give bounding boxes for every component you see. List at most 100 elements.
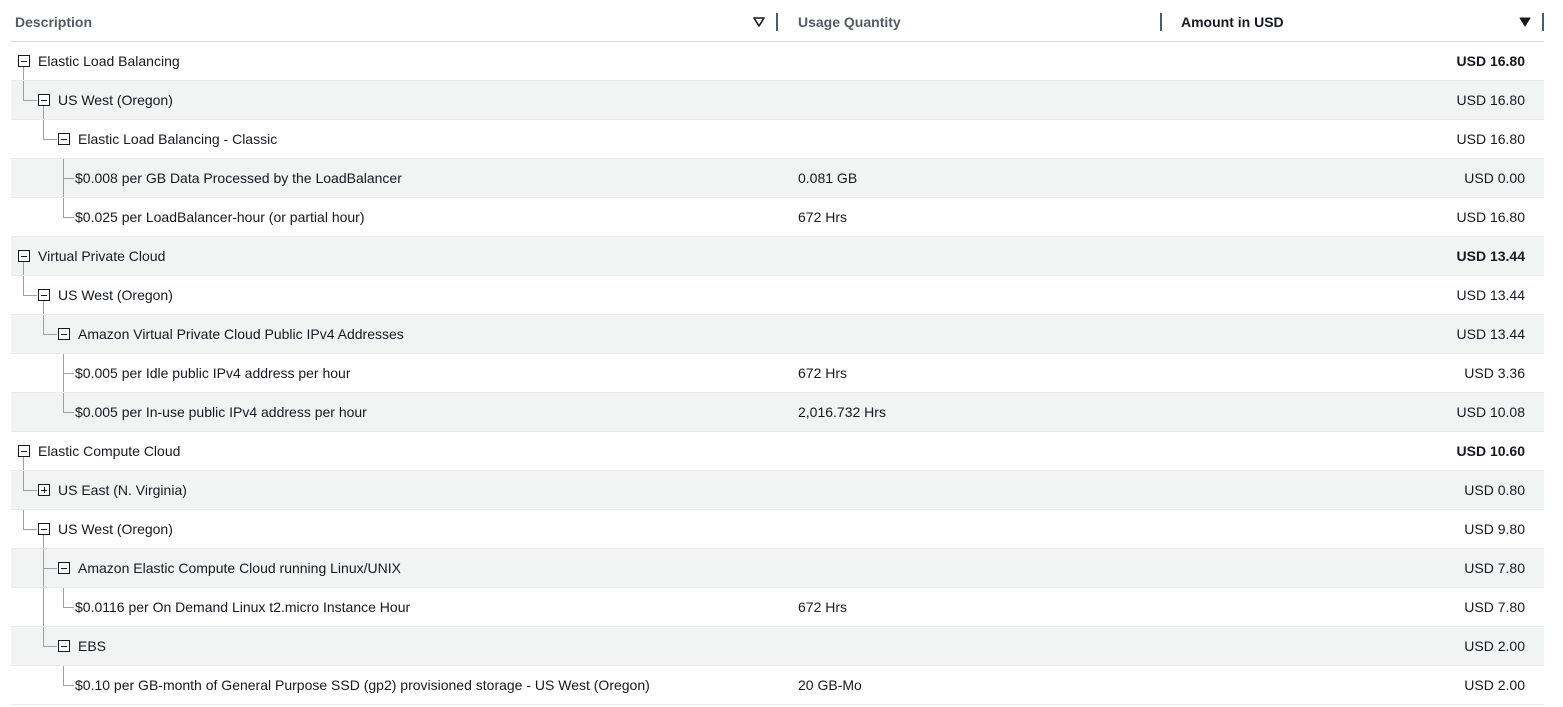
row-description: Elastic Load Balancing - Classic — [78, 131, 278, 147]
row-description: Elastic Load Balancing — [38, 53, 180, 69]
tree-connector-line — [23, 276, 24, 295]
collapse-icon[interactable] — [38, 523, 50, 535]
collapse-icon[interactable] — [38, 289, 50, 301]
tree-connector-line — [23, 262, 24, 275]
row-description: $0.005 per Idle public IPv4 address per … — [75, 365, 351, 381]
column-header-amount[interactable]: Amount in USD — [1181, 0, 1284, 41]
amount-cell: USD 10.08 — [1456, 404, 1525, 420]
collapse-icon[interactable] — [18, 445, 30, 457]
row-description: Amazon Elastic Compute Cloud running Lin… — [78, 560, 401, 576]
usage-quantity-cell: 672 Hrs — [798, 365, 848, 381]
row-description: US West (Oregon) — [58, 521, 173, 537]
table-row[interactable]: US West (Oregon) USD 9.80 — [11, 510, 1544, 549]
tree-connector-line — [23, 510, 24, 529]
table-row[interactable]: US West (Oregon) USD 13.44 — [11, 276, 1544, 315]
amount-cell: USD 7.80 — [1464, 560, 1525, 576]
collapse-icon[interactable] — [58, 640, 70, 652]
tree-connector-line — [23, 471, 24, 490]
tree-connector-line — [63, 393, 64, 412]
row-description: US West (Oregon) — [58, 287, 173, 303]
sort-descending-icon[interactable] — [1519, 17, 1531, 27]
amount-cell: USD 13.44 — [1456, 248, 1525, 264]
tree-connector-line — [23, 529, 37, 530]
tree-connector-line — [43, 535, 44, 548]
table-row[interactable]: US East (N. Virginia) USD 0.80 — [11, 471, 1544, 510]
tree-connector-line — [43, 588, 44, 626]
tree-connector-line — [43, 315, 44, 334]
tree-connector-line — [23, 490, 37, 491]
expand-icon[interactable] — [38, 484, 50, 496]
tree-connector-line — [43, 120, 44, 139]
table-row[interactable]: Elastic Compute Cloud USD 10.60 — [11, 432, 1544, 471]
tree-connector-line — [63, 685, 74, 686]
table-row[interactable]: $0.0116 per On Demand Linux t2.micro Ins… — [11, 588, 1544, 627]
column-header-usage-quantity[interactable]: Usage Quantity — [798, 0, 901, 41]
sort-outline-triangle-icon[interactable] — [753, 17, 765, 27]
collapse-icon[interactable] — [58, 133, 70, 145]
table-row[interactable]: Elastic Load Balancing - Classic USD 16.8… — [11, 120, 1544, 159]
row-description: EBS — [78, 638, 107, 654]
row-description: Virtual Private Cloud — [38, 248, 166, 264]
tree-connector-line — [63, 666, 64, 685]
tree-connector-line — [43, 646, 57, 647]
tree-connector-line — [43, 301, 44, 314]
row-description: $0.025 per LoadBalancer-hour (or partial… — [75, 209, 365, 225]
table-row[interactable]: Elastic Load Balancing USD 16.80 — [11, 42, 1544, 81]
row-description: $0.008 per GB Data Processed by the Load… — [75, 170, 402, 186]
tree-connector-line — [43, 139, 57, 140]
usage-quantity-cell: 0.081 GB — [798, 170, 858, 186]
tree-connector-line — [63, 178, 74, 179]
amount-cell: USD 2.00 — [1464, 638, 1525, 654]
collapse-icon[interactable] — [18, 250, 30, 262]
amount-cell: USD 16.80 — [1456, 131, 1525, 147]
table-row[interactable]: Amazon Elastic Compute Cloud running Lin… — [11, 549, 1544, 588]
usage-quantity-cell: 672 Hrs — [798, 599, 848, 615]
tree-connector-line — [23, 457, 24, 470]
usage-quantity-cell: 20 GB-Mo — [798, 677, 862, 693]
amount-cell: USD 10.60 — [1456, 443, 1525, 459]
tree-connector-line — [63, 217, 74, 218]
collapse-icon[interactable] — [58, 562, 70, 574]
usage-quantity-cell: 2,016.732 Hrs — [798, 404, 886, 420]
table-row[interactable]: Amazon Virtual Private Cloud Public IPv4… — [11, 315, 1544, 354]
amount-cell: USD 0.80 — [1464, 482, 1525, 498]
amount-cell: USD 16.80 — [1456, 53, 1525, 69]
row-description: $0.10 per GB-month of General Purpose SS… — [75, 677, 650, 693]
table-row[interactable]: EBS USD 2.00 — [11, 627, 1544, 666]
column-resizer[interactable] — [1542, 13, 1544, 31]
collapse-icon[interactable] — [38, 94, 50, 106]
table-row[interactable]: $0.008 per GB Data Processed by the Load… — [11, 159, 1544, 198]
table-row[interactable]: $0.005 per Idle public IPv4 address per … — [11, 354, 1544, 393]
amount-cell: USD 13.44 — [1456, 326, 1525, 342]
row-description: $0.0116 per On Demand Linux t2.micro Ins… — [75, 599, 411, 615]
usage-quantity-cell: 672 Hrs — [798, 209, 848, 225]
amount-cell: USD 3.36 — [1464, 365, 1525, 381]
row-description: US West (Oregon) — [58, 92, 173, 108]
tree-connector-line — [23, 81, 24, 100]
tree-connector-line — [23, 67, 24, 80]
amount-cell: USD 2.00 — [1464, 677, 1525, 693]
column-resizer[interactable] — [1160, 13, 1162, 31]
table-row[interactable]: $0.005 per In-use public IPv4 address pe… — [11, 393, 1544, 432]
table-row[interactable]: $0.10 per GB-month of General Purpose SS… — [11, 666, 1544, 705]
tree-connector-line — [23, 100, 37, 101]
amount-cell: USD 9.80 — [1464, 521, 1525, 537]
tree-connector-line — [63, 607, 74, 608]
amount-cell: USD 16.80 — [1456, 209, 1525, 225]
table-row[interactable]: US West (Oregon) USD 16.80 — [11, 81, 1544, 120]
row-description: Amazon Virtual Private Cloud Public IPv4… — [78, 326, 404, 342]
amount-cell: USD 7.80 — [1464, 599, 1525, 615]
tree-connector-line — [43, 627, 44, 646]
collapse-icon[interactable] — [58, 328, 70, 340]
amount-cell: USD 13.44 — [1456, 287, 1525, 303]
amount-cell: USD 16.80 — [1456, 92, 1525, 108]
tree-connector-line — [43, 334, 57, 335]
billing-details-table: Description Usage Quantity Amount in USD… — [11, 0, 1544, 705]
tree-connector-line — [43, 106, 44, 119]
column-header-description[interactable]: Description — [15, 0, 92, 41]
collapse-icon[interactable] — [18, 55, 30, 67]
table-header: Description Usage Quantity Amount in USD — [11, 0, 1544, 42]
table-row[interactable]: Virtual Private Cloud USD 13.44 — [11, 237, 1544, 276]
table-row[interactable]: $0.025 per LoadBalancer-hour (or partial… — [11, 198, 1544, 237]
column-resizer[interactable] — [776, 13, 778, 31]
